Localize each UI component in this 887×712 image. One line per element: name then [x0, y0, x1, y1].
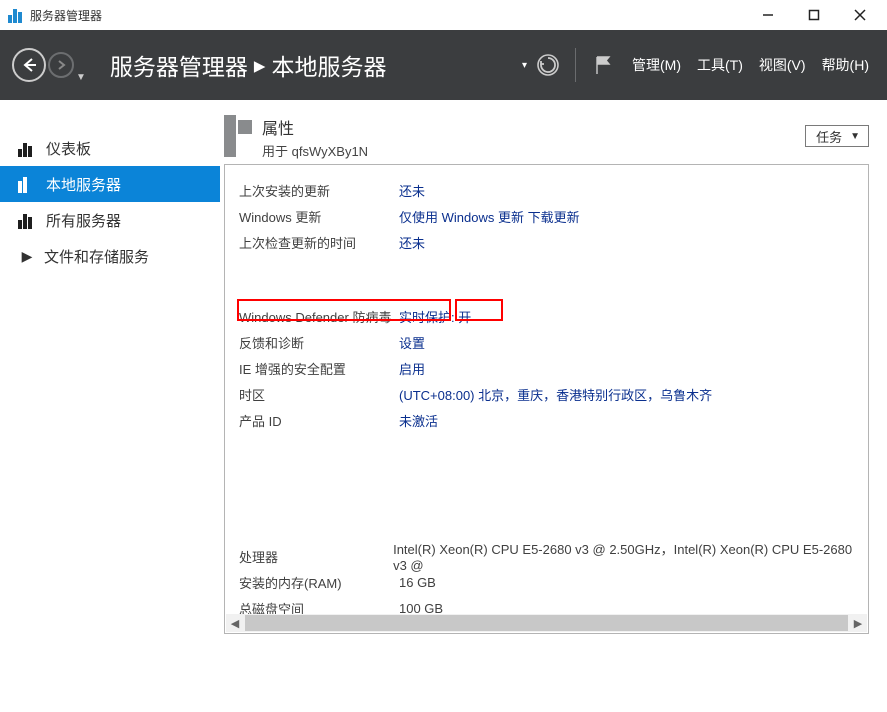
property-row: 处理器 Intel(R) Xeon(R) CPU E5-2680 v3 @ 2.…: [239, 543, 868, 569]
property-label: 产品 ID: [239, 411, 399, 430]
property-label: 上次检查更新的时间: [239, 233, 399, 252]
tasks-dropdown-label: 任务: [816, 127, 842, 146]
sidebar: 仪表板 本地服务器 所有服务器 ▶ 文件和存储服务: [0, 100, 220, 712]
local-server-icon: [18, 175, 36, 193]
property-label: Windows Defender 防病毒: [239, 307, 399, 326]
properties-heading: 属性: [262, 115, 805, 139]
properties-panel: 上次安装的更新 还未 Windows 更新 仅使用 Windows 更新 下载更…: [224, 164, 869, 634]
tasks-dropdown[interactable]: 任务 ▼: [805, 125, 869, 147]
sidebar-item-label: 所有服务器: [46, 210, 121, 231]
content-area: 属性 用于 qfsWyXBy1N 任务 ▼ 上次安装的更新 还未 Windows…: [220, 100, 887, 712]
property-label: IE 增强的安全配置: [239, 359, 399, 378]
menu-manage[interactable]: 管理(M): [632, 55, 681, 75]
property-row: Windows 更新 仅使用 Windows 更新 下载更新: [239, 203, 868, 229]
property-value-link[interactable]: 实时保护: 开: [399, 307, 471, 326]
sidebar-item-dashboard[interactable]: 仪表板: [0, 130, 220, 166]
menu-view[interactable]: 视图(V): [759, 55, 806, 75]
property-label: 反馈和诊断: [239, 333, 399, 352]
chevron-down-icon: ▼: [850, 131, 860, 142]
notifications-flag-icon[interactable]: [586, 48, 620, 82]
breadcrumb-current: 本地服务器: [271, 48, 386, 82]
header-bar: ▼ 服务器管理器 ▸ 本地服务器 ▾ 管理(M) 工具(T) 视图(V) 帮助(…: [0, 30, 887, 100]
sidebar-item-label: 文件和存储服务: [44, 246, 149, 267]
property-row: 时区 (UTC+08:00) 北京，重庆，香港特别行政区，乌鲁木齐: [239, 381, 868, 407]
breadcrumb: 服务器管理器 ▸ 本地服务器: [110, 48, 387, 82]
property-label: 安装的内存(RAM): [239, 573, 399, 592]
breadcrumb-separator-icon: ▸: [254, 52, 266, 79]
property-value-link[interactable]: 启用: [399, 359, 425, 378]
tiny-triangle-icon[interactable]: ▾: [522, 60, 527, 71]
property-label: 时区: [239, 385, 399, 404]
property-label: Windows 更新: [239, 207, 399, 226]
property-row: 产品 ID 未激活: [239, 407, 868, 433]
window-title: 服务器管理器: [30, 7, 745, 24]
property-row: 上次安装的更新 还未: [239, 177, 868, 203]
close-button[interactable]: [837, 0, 883, 30]
titlebar: 服务器管理器: [0, 0, 887, 30]
property-row: 反馈和诊断 设置: [239, 329, 868, 355]
sidebar-item-local-server[interactable]: 本地服务器: [0, 166, 220, 202]
property-row-ie-esc: IE 增强的安全配置 启用: [239, 355, 868, 381]
property-value-link[interactable]: 仅使用 Windows 更新 下载更新: [399, 207, 580, 226]
property-value: Intel(R) Xeon(R) CPU E5-2680 v3 @ 2.50GH…: [393, 539, 868, 573]
property-value-link[interactable]: 还未: [399, 181, 425, 200]
minimize-button[interactable]: [745, 0, 791, 30]
property-value-link[interactable]: 还未: [399, 233, 425, 252]
property-row: 上次检查更新的时间 还未: [239, 229, 868, 255]
sidebar-item-label: 本地服务器: [46, 174, 121, 195]
breadcrumb-root[interactable]: 服务器管理器: [110, 48, 248, 82]
horizontal-scrollbar[interactable]: ◀ ▶: [226, 614, 867, 632]
property-value-link[interactable]: 未激活: [399, 411, 438, 430]
sidebar-item-all-servers[interactable]: 所有服务器: [0, 202, 220, 238]
scroll-left-button[interactable]: ◀: [226, 614, 244, 632]
properties-header-bar-icon: [224, 115, 236, 157]
app-icon: [8, 7, 24, 23]
refresh-button[interactable]: [531, 48, 565, 82]
dashboard-icon: [18, 139, 36, 157]
property-label: 上次安装的更新: [239, 181, 399, 200]
scroll-thumb[interactable]: [245, 615, 848, 631]
properties-subheading: 用于 qfsWyXBy1N: [262, 141, 805, 160]
menu-tools[interactable]: 工具(T): [697, 55, 743, 75]
property-row: Windows Defender 防病毒 实时保护: 开: [239, 303, 868, 329]
maximize-button[interactable]: [791, 0, 837, 30]
properties-header-square-icon: [238, 120, 252, 134]
chevron-right-icon: ▶: [18, 248, 36, 265]
property-value-link[interactable]: 设置: [399, 333, 425, 352]
property-value: 16 GB: [399, 575, 436, 590]
property-label: 处理器: [239, 547, 393, 566]
header-divider: [575, 48, 576, 82]
forward-button[interactable]: [48, 52, 74, 78]
property-value-link[interactable]: (UTC+08:00) 北京，重庆，香港特别行政区，乌鲁木齐: [399, 385, 712, 404]
scroll-right-button[interactable]: ▶: [849, 614, 867, 632]
back-button[interactable]: [12, 48, 46, 82]
sidebar-item-file-storage[interactable]: ▶ 文件和存储服务: [0, 238, 220, 274]
menu-help[interactable]: 帮助(H): [822, 55, 869, 75]
all-servers-icon: [18, 211, 36, 229]
sidebar-item-label: 仪表板: [46, 138, 91, 159]
history-dropdown-icon[interactable]: ▼: [76, 72, 86, 83]
